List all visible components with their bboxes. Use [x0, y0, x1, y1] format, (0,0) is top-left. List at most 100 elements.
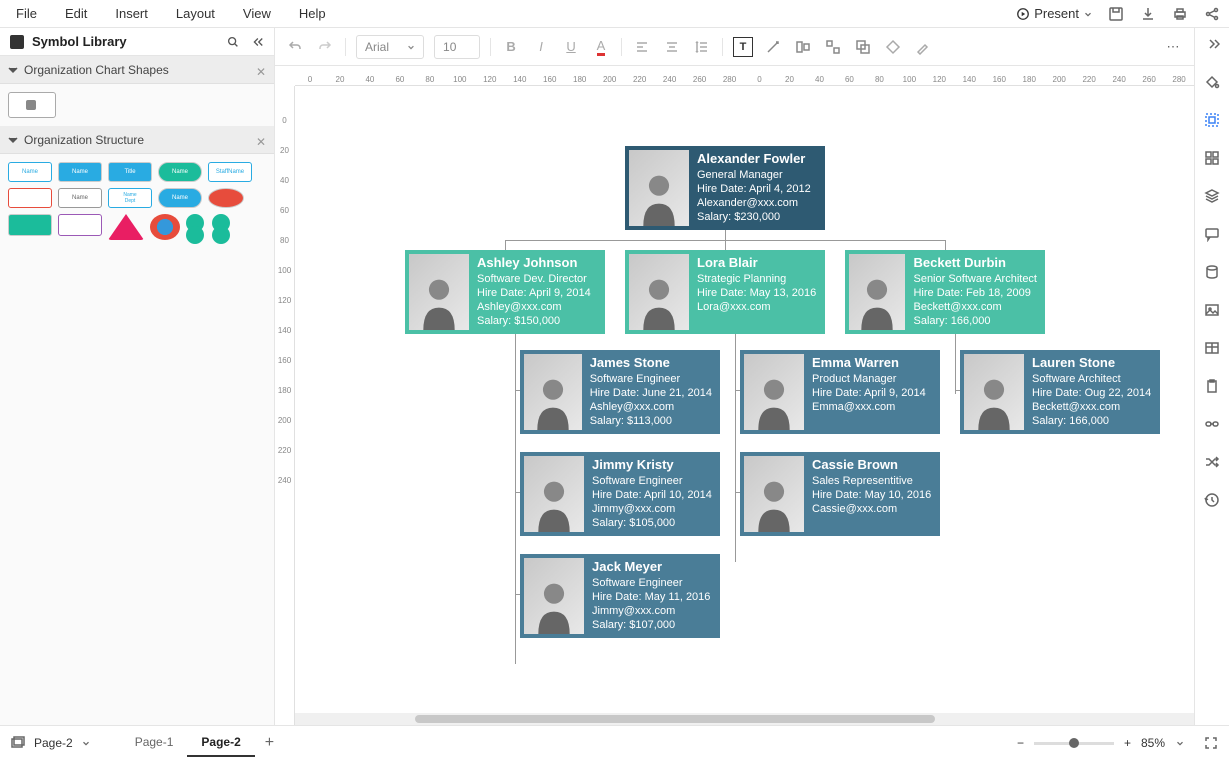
org-node[interactable]: Emma WarrenProduct ManagerHire Date: Apr…: [740, 350, 940, 434]
print-icon[interactable]: [1171, 5, 1189, 23]
avatar: [629, 254, 689, 330]
shape-thumb[interactable]: [186, 214, 230, 244]
horizontal-scrollbar[interactable]: [295, 713, 1194, 725]
add-page-button[interactable]: +: [255, 728, 284, 758]
node-name: Alexander Fowler: [697, 152, 811, 166]
shape-thumb[interactable]: StaffName: [208, 162, 252, 182]
avatar: [849, 254, 905, 330]
org-node[interactable]: Cassie BrownSales RepresentitiveHire Dat…: [740, 452, 940, 536]
shape-thumb[interactable]: Name: [58, 162, 102, 182]
ruler-vertical: 020406080100120140160180200220240: [275, 86, 295, 725]
org-node[interactable]: Beckett DurbinSenior Software ArchitectH…: [845, 250, 1045, 334]
node-email: Lora@xxx.com: [697, 300, 816, 314]
org-node[interactable]: Jack MeyerSoftware EngineerHire Date: Ma…: [520, 554, 720, 638]
close-panel-icon[interactable]: ✕: [256, 65, 266, 75]
sidebar: Symbol Library Organization Chart Shapes…: [0, 28, 275, 725]
font-size-select[interactable]: 10: [434, 35, 480, 59]
distribute-icon[interactable]: [823, 37, 843, 57]
clipboard-icon[interactable]: [1202, 376, 1222, 396]
layers-icon[interactable]: [1202, 186, 1222, 206]
scrollbar-thumb[interactable]: [415, 715, 935, 723]
share-icon[interactable]: [1203, 5, 1221, 23]
grid-icon[interactable]: [1202, 148, 1222, 168]
close-panel-icon[interactable]: ✕: [256, 135, 266, 145]
org-node[interactable]: Lauren StoneSoftware ArchitectHire Date:…: [960, 350, 1160, 434]
org-node[interactable]: Ashley JohnsonSoftware Dev. DirectorHire…: [405, 250, 605, 334]
panel-org-structure[interactable]: Organization Structure ✕: [0, 126, 274, 154]
slider-knob[interactable]: [1069, 738, 1079, 748]
shape-thumb[interactable]: Name: [8, 162, 52, 182]
tab-page-2[interactable]: Page-2: [187, 729, 254, 757]
shape-thumb[interactable]: Title: [108, 162, 152, 182]
org-node[interactable]: Jimmy KristySoftware EngineerHire Date: …: [520, 452, 720, 536]
org-node[interactable]: Lora BlairStrategic PlanningHire Date: M…: [625, 250, 825, 334]
shape-thumb[interactable]: Name: [158, 162, 202, 182]
canvas-wrap: 0204060801001201401601802002202402602800…: [275, 66, 1194, 725]
fill-icon[interactable]: [883, 37, 903, 57]
shuffle-icon[interactable]: [1202, 452, 1222, 472]
bold-icon[interactable]: B: [501, 37, 521, 57]
menu-insert[interactable]: Insert: [115, 6, 148, 21]
panel-org-chart-shapes[interactable]: Organization Chart Shapes ✕: [0, 56, 274, 84]
underline-icon[interactable]: U: [561, 37, 581, 57]
org-node[interactable]: Alexander FowlerGeneral ManagerHire Date…: [625, 146, 825, 230]
search-icon[interactable]: [226, 35, 240, 49]
shape-thumb[interactable]: [8, 214, 52, 236]
menu-view[interactable]: View: [243, 6, 271, 21]
fullscreen-icon[interactable]: [1203, 735, 1219, 751]
italic-icon[interactable]: I: [531, 37, 551, 57]
download-icon[interactable]: [1139, 5, 1157, 23]
redo-icon[interactable]: [315, 37, 335, 57]
align-objects-icon[interactable]: [793, 37, 813, 57]
align-h-icon[interactable]: [632, 37, 652, 57]
eyedropper-icon[interactable]: [913, 37, 933, 57]
link-icon[interactable]: [1202, 414, 1222, 434]
font-color-icon[interactable]: A: [591, 37, 611, 57]
table-icon[interactable]: [1202, 338, 1222, 358]
align-v-icon[interactable]: [662, 37, 682, 57]
menu-help[interactable]: Help: [299, 6, 326, 21]
connector-icon[interactable]: [763, 37, 783, 57]
shape-thumb[interactable]: [208, 188, 244, 208]
group-icon[interactable]: [853, 37, 873, 57]
present-button[interactable]: Present: [1016, 6, 1093, 21]
menu-edit[interactable]: Edit: [65, 6, 87, 21]
avatar: [629, 150, 689, 226]
expand-panel-icon[interactable]: [1202, 34, 1222, 54]
text-tool-icon[interactable]: T: [733, 37, 753, 57]
node-salary: Salary: $107,000: [592, 618, 710, 632]
font-name: Arial: [365, 40, 389, 54]
fill-tool-icon[interactable]: [1202, 72, 1222, 92]
comment-icon[interactable]: [1202, 224, 1222, 244]
org-node[interactable]: James StoneSoftware EngineerHire Date: J…: [520, 350, 720, 434]
history-icon[interactable]: [1202, 490, 1222, 510]
tab-page-1[interactable]: Page-1: [121, 729, 188, 757]
shape-thumb[interactable]: NameDept: [108, 188, 152, 208]
line-spacing-icon[interactable]: [692, 37, 712, 57]
save-icon[interactable]: [1107, 5, 1125, 23]
canvas[interactable]: Alexander FowlerGeneral ManagerHire Date…: [295, 86, 1194, 725]
page-selector[interactable]: Page-2: [10, 735, 91, 751]
image-icon[interactable]: [1202, 300, 1222, 320]
font-family-select[interactable]: Arial: [356, 35, 424, 59]
shape-thumb[interactable]: Name: [158, 188, 202, 208]
collapse-sidebar-icon[interactable]: [250, 35, 264, 49]
shape-thumb[interactable]: [8, 188, 52, 208]
shape-thumb[interactable]: [8, 92, 56, 118]
zoom-in-button[interactable]: +: [1124, 736, 1131, 750]
node-info: James StoneSoftware EngineerHire Date: J…: [586, 350, 720, 434]
data-icon[interactable]: [1202, 262, 1222, 282]
undo-icon[interactable]: [285, 37, 305, 57]
zoom-slider[interactable]: [1034, 742, 1114, 745]
menu-layout[interactable]: Layout: [176, 6, 215, 21]
ruler-horizontal: 0204060801001201401601802002202402602800…: [295, 66, 1194, 86]
more-icon[interactable]: ⋯: [1164, 37, 1184, 57]
shape-thumb[interactable]: Name: [58, 188, 102, 208]
properties-icon[interactable]: [1202, 110, 1222, 130]
zoom-out-button[interactable]: −: [1017, 736, 1024, 750]
shape-thumb[interactable]: [58, 214, 102, 236]
page-tabs: Page-1 Page-2: [121, 729, 255, 757]
shape-thumb[interactable]: [108, 214, 144, 240]
menu-file[interactable]: File: [16, 6, 37, 21]
shape-thumb[interactable]: [150, 214, 180, 240]
